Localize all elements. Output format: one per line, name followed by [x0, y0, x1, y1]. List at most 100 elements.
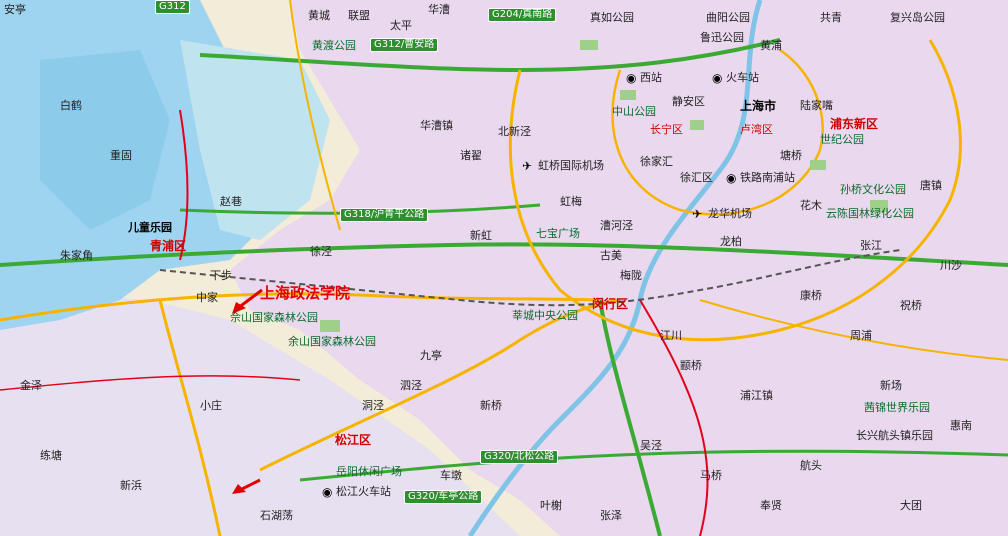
label-wujing: 吴泾 [640, 439, 662, 452]
label-yexie: 叶榭 [540, 499, 562, 512]
label-zhangze: 张泽 [600, 509, 622, 522]
label-zhenru: 真如公园 [590, 11, 634, 24]
airport-icon-longhua: ✈ [692, 207, 703, 221]
label-beixin: 北新泾 [498, 125, 531, 138]
label-zhuqiao: 祝桥 [900, 299, 922, 312]
label-jinze: 金泽 [20, 379, 42, 392]
map-canvas[interactable]: G312 G204/真南路 G312/曹安路 G318/沪青平公路 G320/北… [0, 0, 1008, 536]
label-changning: 长宁区 [650, 123, 683, 136]
label-tangqiao: 塘桥 [780, 149, 802, 162]
shield-g318: G318/沪青平公路 [340, 208, 429, 222]
label-pudong: 浦东新区 [830, 117, 879, 131]
label-huamu: 花木 [800, 199, 822, 212]
label-yueyang: 岳阳休闲广场 [336, 465, 402, 478]
label-zhuanqiao: 颛桥 [680, 359, 702, 372]
label-zhudi: 诸翟 [460, 149, 482, 162]
label-huangcheng: 黄城 [308, 9, 330, 22]
station-icon-main: ◉ [712, 71, 723, 85]
label-shiji-world: 茜锦世界乐园 [864, 401, 930, 414]
label-xujiahui: 徐家汇 [640, 155, 673, 168]
label-chedun: 车墩 [440, 469, 462, 482]
label-liantang: 练塘 [40, 449, 62, 462]
label-xinzhuang-park: 莘城中央公园 [512, 309, 578, 322]
label-luxun: 鲁迅公园 [700, 31, 744, 44]
label-huangpu: 黄浦 [760, 39, 782, 52]
label-changxing: 长兴航头镇乐园 [856, 429, 933, 442]
label-zhaoxiang: 赵巷 [220, 195, 242, 208]
label-zhangjiang: 张江 [860, 239, 882, 252]
label-xinbang: 新浜 [120, 479, 142, 492]
label-shihudang: 石湖荡 [260, 509, 293, 522]
shield-g320-che: G320/车亭公路 [404, 490, 483, 504]
label-xuhui: 徐汇区 [680, 171, 713, 184]
shield-g312-top: G312 [155, 0, 190, 14]
label-sijing: 泗泾 [400, 379, 422, 392]
label-xizhan: 西站 [640, 71, 662, 84]
label-sheshan-2: 余山国家森林公园 [288, 335, 376, 348]
label-zhongshan-park: 中山公园 [612, 105, 656, 118]
label-huangdu-park: 黄渡公园 [312, 39, 356, 52]
label-huinan: 惠南 [950, 419, 972, 432]
label-lianmeng: 联盟 [348, 9, 370, 22]
label-songjiang-station: 松江火车站 [336, 485, 391, 498]
label-zhoupu: 周浦 [850, 329, 872, 342]
label-tangzhen: 唐镇 [920, 179, 942, 192]
label-huoche: 火车站 [726, 71, 759, 84]
label-kangqiao: 康桥 [800, 289, 822, 302]
label-xinhong: 新虹 [470, 229, 492, 242]
label-railway-south: 铁路南浦站 [740, 171, 795, 184]
label-zhongjia: 中家 [196, 291, 218, 304]
label-shiji-park: 世纪公园 [820, 133, 864, 146]
label-huaxiang: 华漕 [428, 3, 450, 16]
label-jingan: 静安区 [672, 95, 705, 108]
station-icon: ◉ [626, 71, 637, 85]
label-dongjing: 洞泾 [362, 399, 384, 412]
label-chuansha: 川沙 [940, 259, 962, 272]
label-jiangchuan: 江川 [660, 329, 682, 342]
label-pujiang: 浦江镇 [740, 389, 773, 402]
label-meilong: 梅陇 [620, 269, 642, 282]
label-maqiao: 马桥 [700, 469, 722, 482]
shield-g312-cao: G312/曹安路 [370, 38, 439, 52]
label-sheshan: 佘山国家森林公园 [230, 311, 318, 324]
label-fuxing: 复兴岛公园 [890, 11, 945, 24]
label-hangtou: 航头 [800, 459, 822, 472]
label-shanghai: 上海市 [740, 99, 777, 113]
highlight-label[interactable]: 上海政法学院 [260, 282, 350, 303]
label-fengxian: 奉贤 [760, 499, 782, 512]
label-qingpu: 青浦区 [150, 239, 187, 253]
label-xinchang: 新场 [880, 379, 902, 392]
station-icon-south: ◉ [726, 171, 737, 185]
label-luwan: 卢湾区 [740, 123, 773, 136]
label-songjiang: 松江区 [335, 433, 372, 447]
label-taiping: 太平 [390, 19, 412, 32]
shield-g320-bei: G320/北松公路 [480, 450, 559, 464]
label-xinqiao: 新桥 [480, 399, 502, 412]
label-chonggu: 重固 [110, 149, 132, 162]
label-hongmei: 虹梅 [560, 195, 582, 208]
label-minhang: 闵行区 [592, 297, 629, 311]
label-anting: 安亭 [4, 3, 26, 16]
label-longhua-airport: 龙华机场 [708, 207, 752, 220]
label-datuan: 大团 [900, 499, 922, 512]
label-quyang: 曲阳公园 [706, 11, 750, 24]
label-lujiazui: 陆家嘴 [800, 99, 833, 112]
label-longbai: 龙柏 [720, 235, 742, 248]
label-hongqiao-airport: 虹桥国际机场 [538, 159, 604, 172]
label-xiaozhuang: 小庄 [200, 399, 222, 412]
label-xiabu: 下步 [210, 269, 232, 282]
label-gongqing: 共青 [820, 11, 842, 24]
station-icon-songjiang: ◉ [322, 485, 333, 499]
label-gumei: 古美 [600, 249, 622, 262]
label-qibao: 七宝广场 [536, 227, 580, 240]
airport-icon: ✈ [522, 159, 533, 173]
label-zhujiajiao: 朱家角 [60, 249, 93, 262]
label-yuanlin: 云陈国林绿化公园 [826, 207, 914, 220]
label-caohejing: 漕河泾 [600, 219, 633, 232]
label-huacao-zhen: 华漕镇 [420, 119, 453, 132]
label-xujing: 徐泾 [310, 245, 332, 258]
shield-g204: G204/真南路 [488, 8, 557, 22]
label-jiuting: 九亭 [420, 349, 442, 362]
label-baihe: 白鹤 [60, 99, 82, 112]
label-ertong: 儿童乐园 [128, 221, 172, 234]
